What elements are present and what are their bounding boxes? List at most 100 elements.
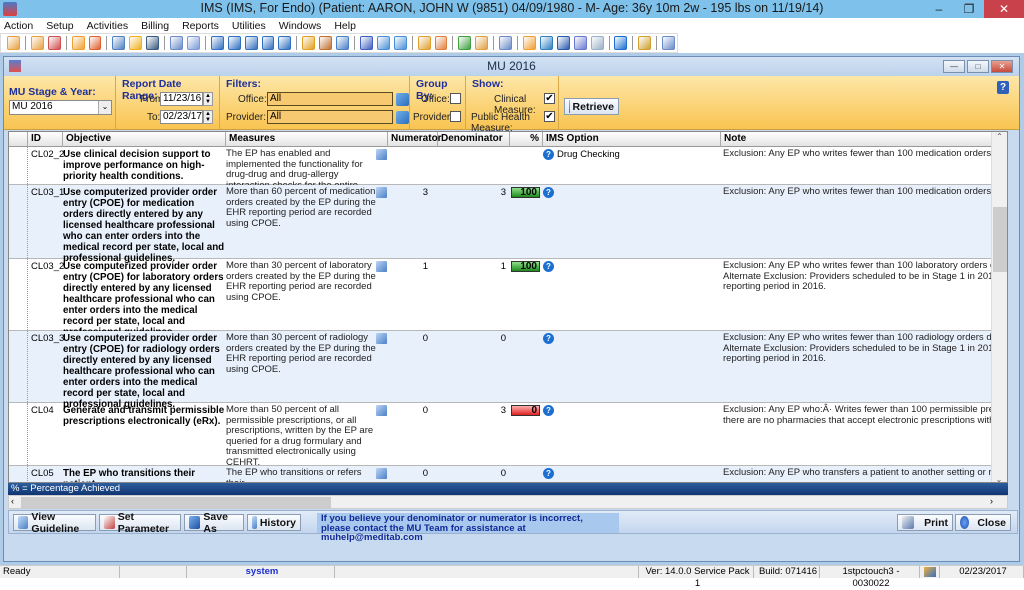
measure-detail-button[interactable] — [376, 331, 388, 402]
calendar-icon[interactable] — [302, 36, 316, 50]
message-icon[interactable] — [522, 36, 536, 50]
word-icon[interactable] — [556, 36, 570, 50]
help-circle-icon[interactable]: ? — [543, 468, 554, 479]
office-filter-input[interactable]: All — [267, 92, 393, 106]
folder-user-icon[interactable] — [475, 36, 489, 50]
calendar-clock-icon[interactable] — [417, 36, 431, 50]
to-date-spinner[interactable]: ▲ ▼ — [203, 110, 213, 124]
lock-icon[interactable] — [638, 36, 652, 50]
note-edit-icon[interactable] — [88, 36, 102, 50]
close-window-button[interactable]: ✕ — [984, 0, 1024, 18]
help-icon[interactable]: ? — [997, 81, 1009, 94]
help-circle-icon[interactable]: ? — [543, 333, 554, 344]
measure-detail-button[interactable] — [376, 403, 388, 465]
header-ims-option[interactable]: IMS Option — [543, 132, 721, 147]
child-close-button[interactable]: ✕ — [991, 60, 1013, 73]
group-office-checkbox[interactable] — [450, 93, 461, 104]
measure-detail-button[interactable] — [376, 185, 388, 258]
scroll-right-icon[interactable]: › — [990, 496, 993, 506]
help-circle-icon[interactable]: ? — [543, 187, 554, 198]
set-parameter-button[interactable]: Set Parameter — [99, 511, 181, 535]
header-percent[interactable]: % — [510, 132, 543, 147]
table-row[interactable]: CL03_2 Use computerized provider order en… — [9, 259, 1007, 338]
table-row[interactable]: CL03_1 Use computerized provider order en… — [9, 185, 1007, 264]
user-check-icon[interactable] — [47, 36, 61, 50]
retrieve-button[interactable]: Retrieve — [564, 98, 619, 115]
office-picker-icon[interactable] — [396, 93, 409, 106]
horizontal-scroll-thumb[interactable] — [21, 497, 331, 508]
header-measures[interactable]: Measures — [226, 132, 388, 147]
rx-icon[interactable] — [112, 36, 126, 50]
header-id[interactable]: ID — [28, 132, 63, 147]
from-date-spinner[interactable]: ▲ ▼ — [203, 92, 213, 106]
outbox-icon[interactable] — [393, 36, 407, 50]
notepad-icon[interactable] — [186, 36, 200, 50]
scroll-left-icon[interactable]: ‹ — [11, 496, 14, 506]
save-as-button[interactable]: Save As — [184, 511, 244, 535]
menu-setup[interactable]: Setup — [46, 20, 73, 32]
measure-detail-button[interactable] — [376, 466, 388, 482]
user-edit-icon[interactable] — [30, 36, 44, 50]
minimize-button[interactable]: – — [924, 0, 954, 18]
horizontal-scrollbar[interactable]: ‹ › — [8, 495, 1008, 509]
folder-icon[interactable] — [71, 36, 85, 50]
table-row[interactable]: CL03_3 Use computerized provider order en… — [9, 331, 1007, 410]
vertical-scrollbar[interactable]: ⌃ ⌄ — [991, 132, 1007, 482]
chart-icon[interactable] — [458, 36, 472, 50]
menu-windows[interactable]: Windows — [279, 20, 322, 32]
billing-person-icon[interactable] — [278, 36, 292, 50]
child-maximize-button[interactable]: □ — [967, 60, 989, 73]
patient-icon[interactable] — [7, 36, 20, 50]
view-guideline-button[interactable]: View Guideline — [13, 511, 96, 535]
header-objective[interactable]: Objective — [63, 132, 226, 147]
exit-icon[interactable] — [662, 36, 676, 50]
lab-flask-icon[interactable] — [129, 36, 143, 50]
menu-action[interactable]: Action — [4, 20, 33, 32]
scheduler-icon[interactable] — [319, 36, 333, 50]
print-button[interactable]: Print — [897, 514, 953, 531]
provider-picker-icon[interactable] — [396, 111, 409, 124]
calculator-icon[interactable] — [590, 36, 604, 50]
clinical-measure-checkbox[interactable]: ✔ — [544, 93, 555, 104]
scroll-up-icon[interactable]: ⌃ — [992, 132, 1007, 141]
from-date-input[interactable]: 11/23/16 — [160, 92, 203, 106]
measure-detail-button[interactable] — [376, 259, 388, 330]
help-circle-icon[interactable]: ? — [543, 261, 554, 272]
restore-button[interactable]: ❐ — [954, 0, 984, 18]
chevron-down-icon[interactable]: ⌄ — [98, 101, 111, 114]
provider-filter-input[interactable]: All — [267, 110, 393, 124]
letter-icon[interactable] — [336, 36, 350, 50]
header-numerator[interactable]: Numerator — [388, 132, 442, 147]
vertical-scroll-thumb[interactable] — [993, 207, 1007, 272]
header-denominator[interactable]: Denominator — [438, 132, 510, 147]
report-icon[interactable] — [499, 36, 513, 50]
child-minimize-button[interactable]: — — [943, 60, 965, 73]
table-row[interactable]: CL02_2 Use clinical decision support to i… — [9, 147, 1007, 201]
public-health-checkbox[interactable]: ✔ — [544, 111, 555, 122]
billing-icon[interactable] — [210, 36, 224, 50]
billing-doc-icon[interactable] — [227, 36, 241, 50]
measure-detail-button[interactable] — [376, 147, 388, 184]
to-date-input[interactable]: 02/23/17 — [160, 110, 203, 124]
screen-edit-icon[interactable] — [573, 36, 587, 50]
table-row[interactable]: CL05 The EP who transitions their patient… — [9, 466, 1007, 482]
shield-icon[interactable] — [146, 36, 160, 50]
help-icon[interactable] — [614, 36, 628, 50]
group-provider-checkbox[interactable] — [450, 111, 461, 122]
clipboard-icon[interactable] — [434, 36, 448, 50]
menu-help[interactable]: Help — [334, 20, 356, 32]
help-circle-icon[interactable]: ? — [543, 405, 554, 416]
help-circle-icon[interactable]: ? — [543, 149, 554, 160]
close-button[interactable]: Close — [955, 514, 1011, 531]
document-icon[interactable] — [170, 36, 183, 50]
table-row[interactable]: CL04 Generate and transmit permissible pr… — [9, 403, 1007, 467]
stage-select[interactable]: MU 2016 ⌄ — [9, 100, 112, 115]
menu-reports[interactable]: Reports — [182, 20, 219, 32]
billing-transfer-icon[interactable] — [261, 36, 275, 50]
inbox-icon[interactable] — [376, 36, 390, 50]
history-button[interactable]: History — [247, 514, 301, 531]
menu-utilities[interactable]: Utilities — [232, 20, 266, 32]
menu-billing[interactable]: Billing — [141, 20, 169, 32]
menu-activities[interactable]: Activities — [87, 20, 128, 32]
billing-users-icon[interactable] — [244, 36, 258, 50]
